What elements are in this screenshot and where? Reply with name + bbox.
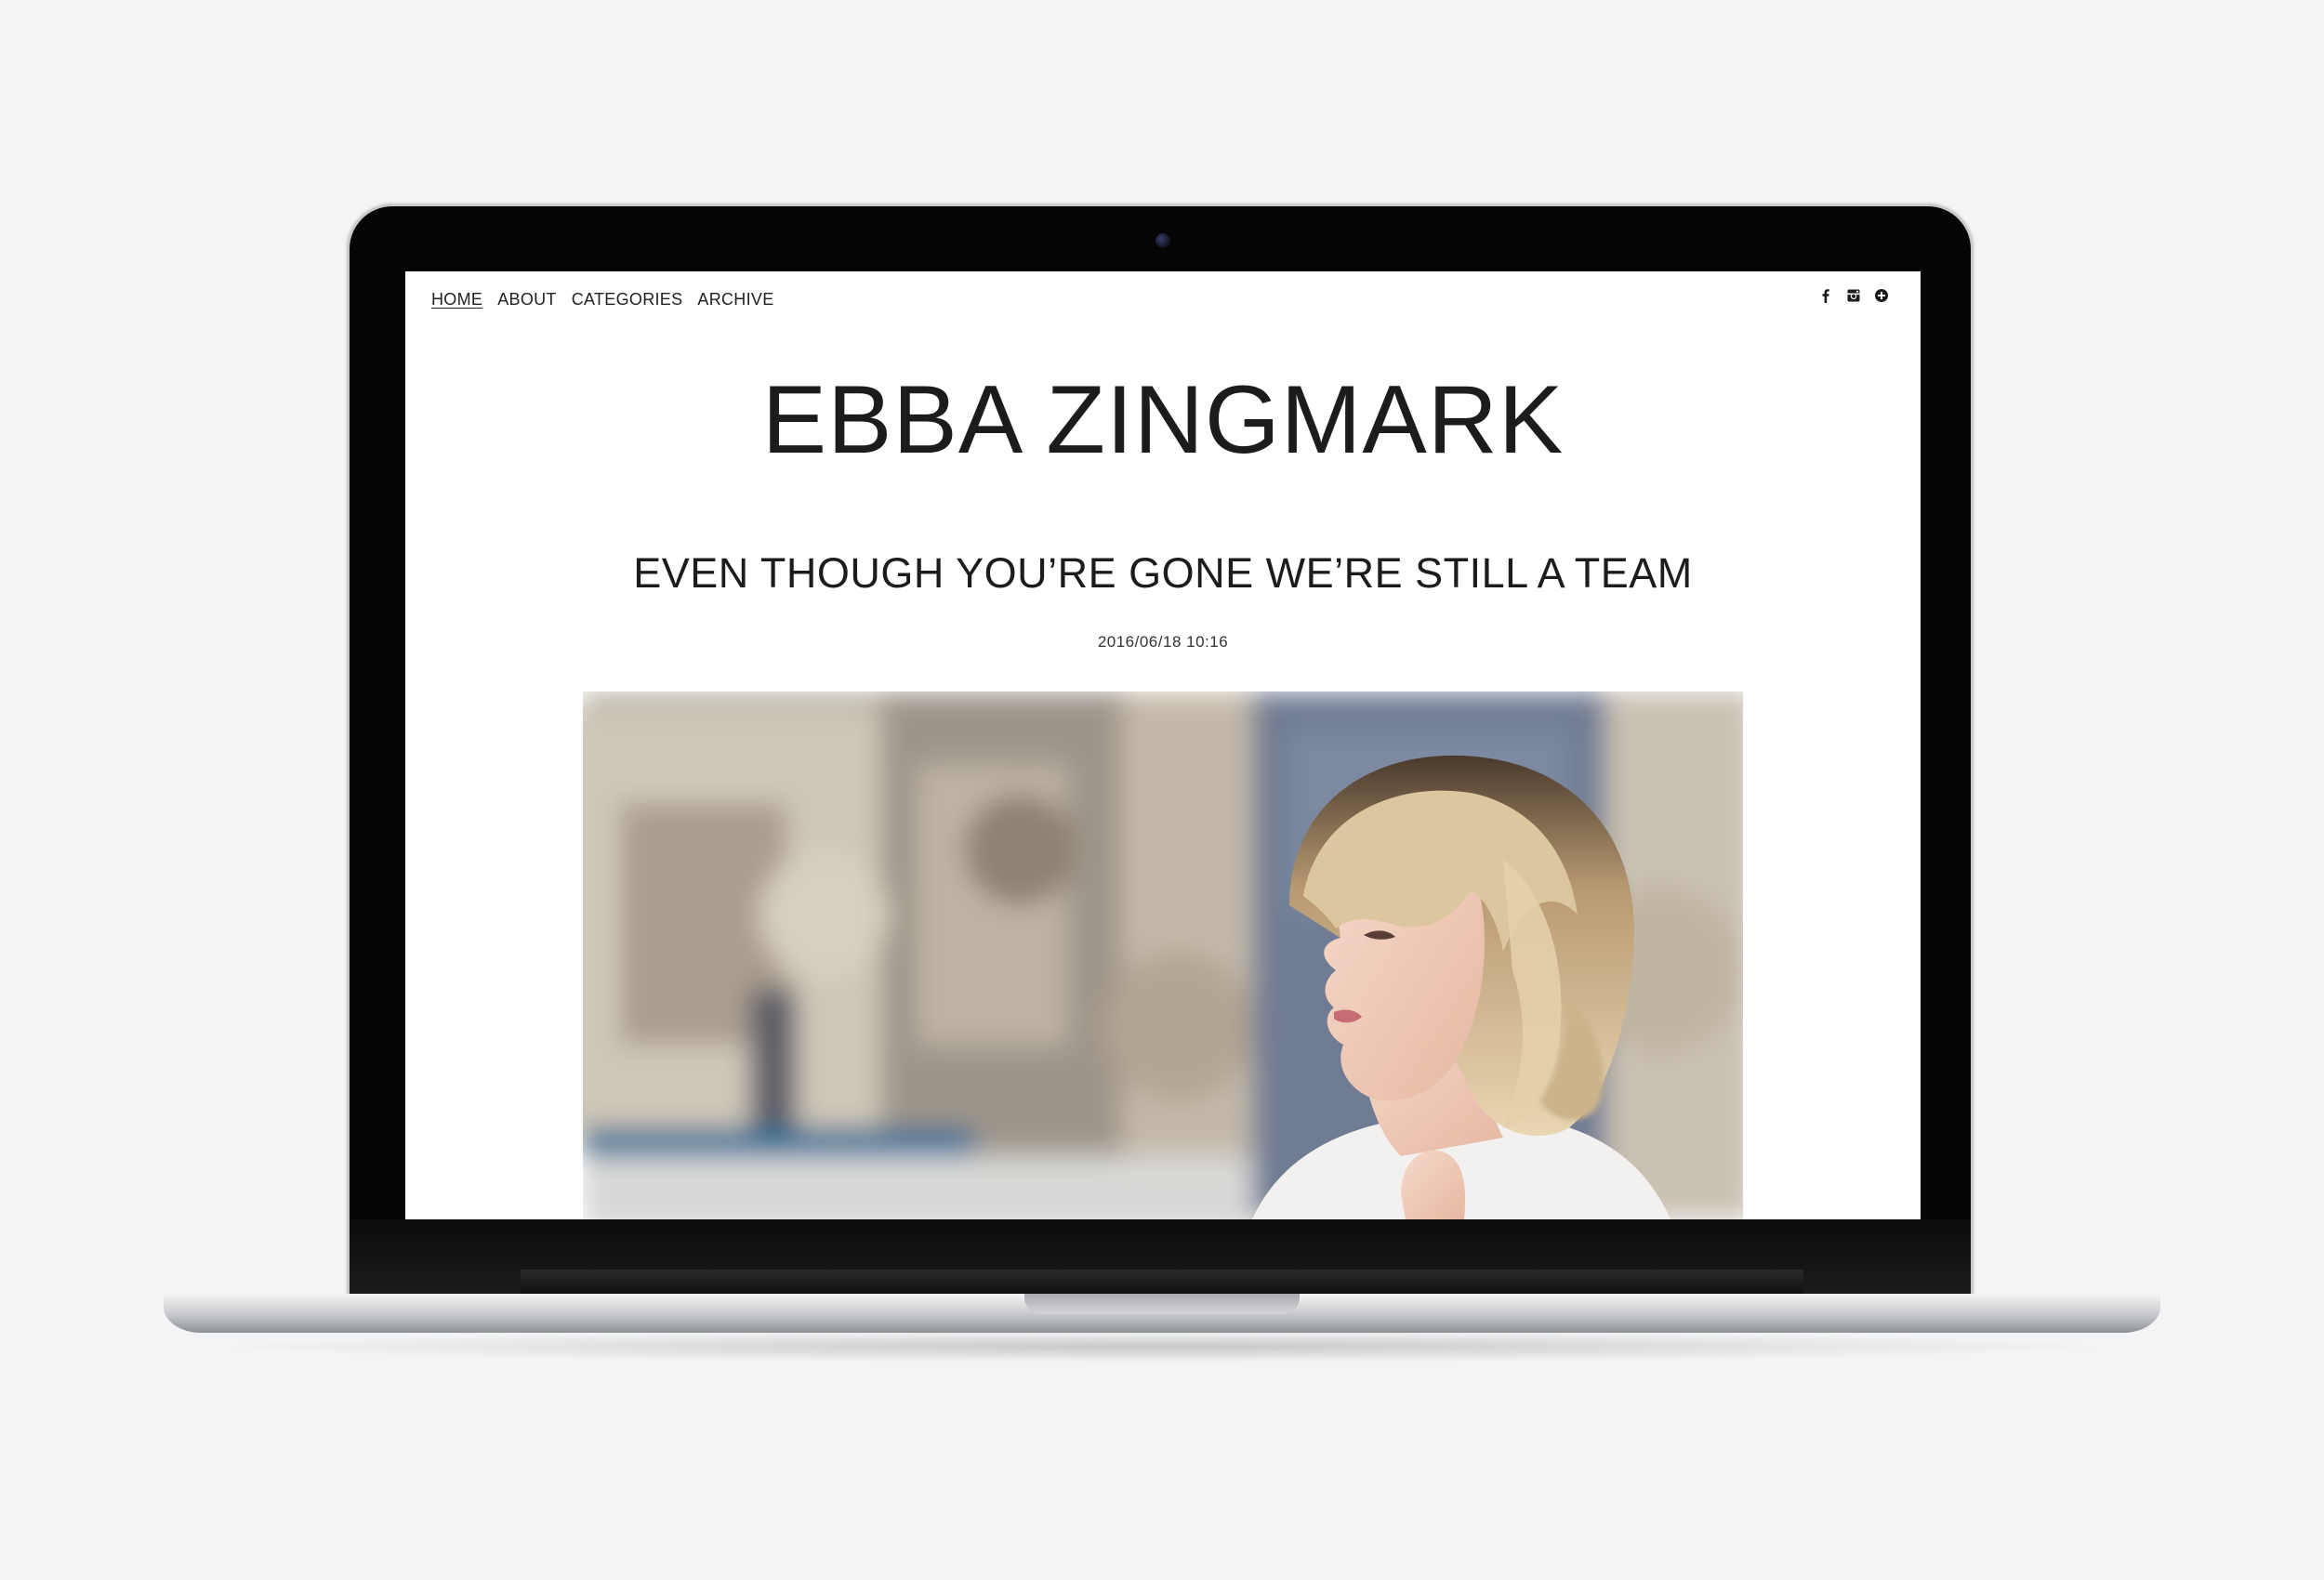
laptop-shadow <box>205 1331 2119 1363</box>
nav-item-about[interactable]: ABOUT <box>497 290 557 309</box>
site-title[interactable]: EBBA ZINGMARK <box>405 372 1921 468</box>
facebook-icon[interactable] <box>1818 288 1833 303</box>
camera-icon <box>1155 233 1170 248</box>
nav-item-home[interactable]: HOME <box>431 290 482 309</box>
bloglovin-plus-icon[interactable] <box>1874 288 1889 303</box>
social-links <box>1818 288 1889 303</box>
laptop-hinge <box>521 1270 1803 1294</box>
nav-item-categories[interactable]: CATEGORIES <box>572 290 683 309</box>
post-photo <box>583 691 1743 1219</box>
post-image[interactable] <box>583 691 1743 1219</box>
main-nav: HOME ABOUT CATEGORIES ARCHIVE <box>431 290 774 309</box>
nav-item-archive[interactable]: ARCHIVE <box>697 290 773 309</box>
post-date: 2016/06/18 10:16 <box>1097 633 1229 651</box>
browser-screen: HOME ABOUT CATEGORIES ARCHIVE EBBA ZINGM… <box>405 271 1921 1219</box>
laptop-thumb-notch <box>1024 1294 1300 1314</box>
post-title[interactable]: EVEN THOUGH YOU’RE GONE WE’RE STILL A TE… <box>405 552 1921 594</box>
instagram-icon[interactable] <box>1846 288 1861 303</box>
